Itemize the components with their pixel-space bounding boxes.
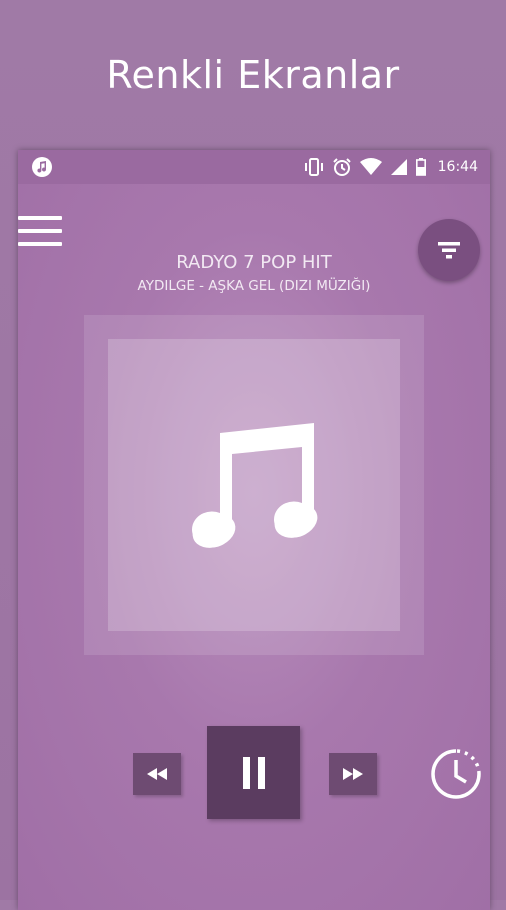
battery-icon	[415, 158, 426, 176]
track-title: AYDILGE - AŞKA GEL (DIZI MÜZIĞI)	[137, 278, 371, 294]
music-note-icon	[192, 423, 318, 548]
alarm-icon	[332, 158, 351, 176]
sleep-timer-icon[interactable]	[428, 746, 484, 802]
hamburger-menu-icon[interactable]	[18, 216, 62, 252]
rewind-button[interactable]	[133, 753, 181, 795]
fast-forward-button[interactable]	[329, 753, 377, 795]
station-name: RADYO 7 POP HIT	[176, 252, 332, 273]
album-art	[84, 315, 424, 655]
music-note-icon	[32, 157, 52, 177]
status-icons: 16:44	[304, 156, 478, 178]
rewind-icon	[147, 768, 167, 780]
status-time: 16:44	[437, 159, 478, 175]
wifi-icon	[359, 158, 382, 175]
fast-forward-icon	[343, 768, 363, 780]
pause-icon	[242, 756, 265, 789]
status-bar: 16:44	[18, 150, 490, 184]
pause-button[interactable]	[207, 726, 300, 819]
album-art-inner	[108, 339, 400, 631]
player-controls	[18, 726, 490, 826]
vibrate-icon	[304, 158, 323, 176]
phone-screen: 16:44 RADYO 7 POP HIT AYDILGE - AŞKA GEL…	[18, 150, 490, 910]
signal-icon	[390, 159, 407, 175]
promo-banner-title: Renkli Ekranlar	[106, 53, 400, 97]
